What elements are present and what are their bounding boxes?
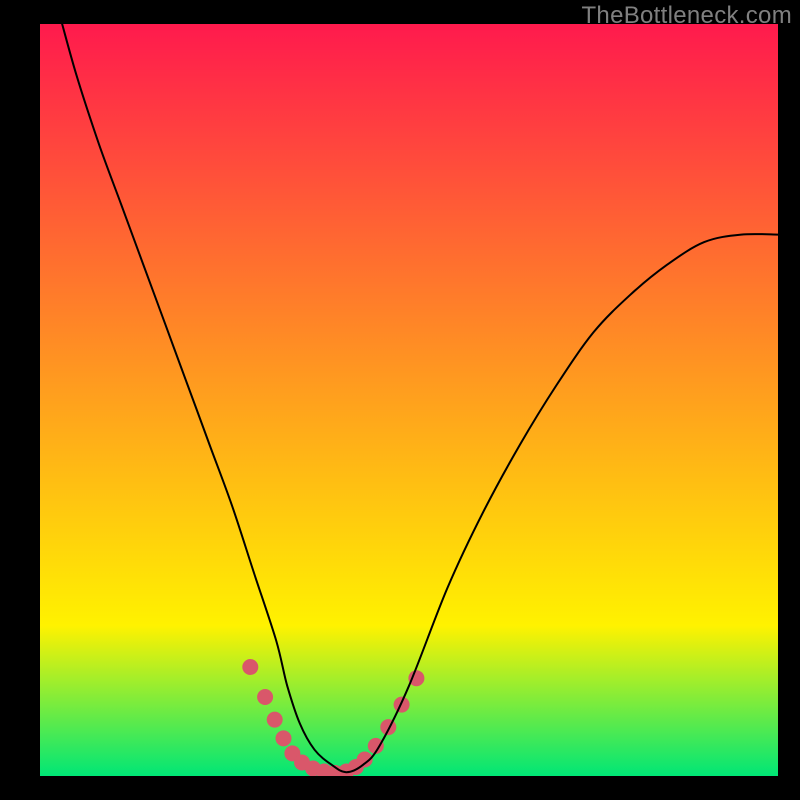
curve-marker xyxy=(276,730,292,746)
curve-markers xyxy=(242,659,424,776)
chart-overlay xyxy=(40,24,778,776)
curve-marker xyxy=(380,719,396,735)
chart-root: TheBottleneck.com xyxy=(0,0,800,800)
curve-marker xyxy=(257,689,273,705)
curve-marker xyxy=(242,659,258,675)
watermark-text: TheBottleneck.com xyxy=(581,2,792,30)
bottleneck-curve xyxy=(62,24,778,772)
curve-marker xyxy=(267,712,283,728)
